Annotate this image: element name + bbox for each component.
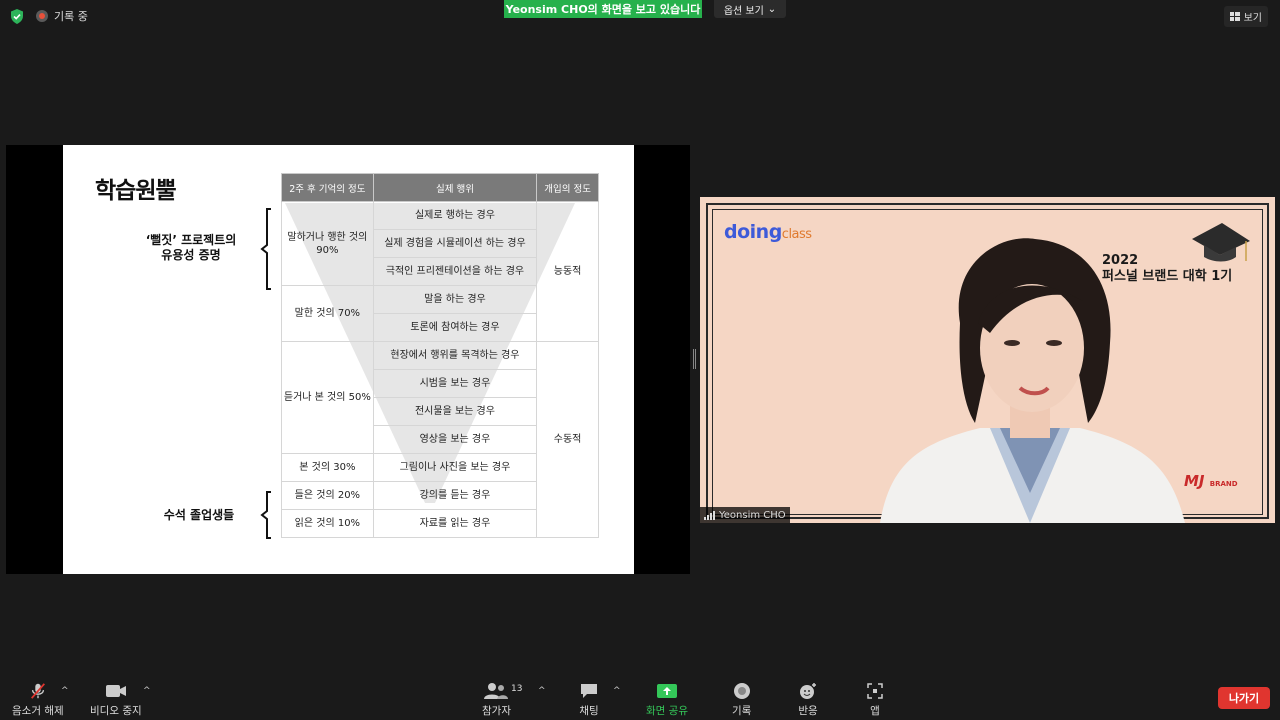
retention-cell: 말하거나 행한 것의 90% (281, 201, 374, 286)
action-cell: 토론에 참여하는 경우 (372, 313, 538, 342)
reaction-emoji-icon (800, 683, 816, 699)
doingclass-logo: doingclass (724, 221, 812, 243)
video-camera-icon (105, 685, 126, 697)
shared-screen: 학습원뿔 ‘뻘짓’ 프로젝트의 유용성 증명 수석 졸업생들 2주 후 기억의 … (6, 145, 690, 574)
presentation-slide: 학습원뿔 ‘뻘짓’ 프로젝트의 유용성 증명 수석 졸업생들 2주 후 기억의 … (63, 145, 634, 574)
recording-label: 기록 중 (54, 10, 88, 23)
stop-video-label: 비디오 중지 (90, 705, 142, 717)
view-button[interactable]: 보기 (1223, 6, 1268, 27)
participants-button[interactable]: 참가자 (482, 682, 511, 718)
share-screen-button[interactable]: 화면 공유 (646, 682, 688, 718)
retention-cell: 본 것의 30% (281, 453, 374, 482)
action-cell: 현장에서 행위를 목격하는 경우 (372, 341, 538, 370)
view-options-label: 옵션 보기 (723, 5, 764, 17)
apps-button[interactable]: 앱 (866, 682, 884, 718)
leave-meeting-button[interactable]: 나가기 (1218, 687, 1270, 709)
chat-caret-icon[interactable]: ^ (613, 686, 621, 696)
record-dot-icon (36, 10, 48, 22)
brand-small: BRAND (1209, 480, 1238, 488)
signal-strength-icon (704, 510, 715, 520)
top-bar: 기록 중 Yeonsim CHO의 화면을 보고 있습니다 옵션 보기 ⌄ 보기 (0, 0, 1280, 32)
apps-label: 앱 (870, 705, 880, 717)
sharing-banner: Yeonsim CHO의 화면을 보고 있습니다 (504, 0, 702, 18)
logo-main: doing (724, 221, 782, 243)
action-cell: 극적인 프리젠테이션을 하는 경우 (372, 257, 538, 286)
unmute-label: 음소거 해제 (12, 705, 64, 717)
participants-icon (484, 683, 509, 699)
logo-sub: class (781, 227, 812, 242)
split-drag-handle[interactable] (693, 349, 696, 369)
chevron-down-icon: ⌄ (767, 3, 777, 15)
left-brace-bottom (260, 491, 271, 539)
recording-indicator[interactable]: 기록 중 (36, 8, 88, 24)
table-header: 2주 후 기억의 정도 (281, 173, 374, 202)
table-header: 실제 행위 (372, 173, 538, 202)
muted-mic-icon (30, 683, 45, 699)
participants-label: 참가자 (482, 705, 511, 717)
record-icon (733, 683, 750, 699)
brand-mark: MJ (1184, 472, 1205, 490)
action-cell: 시범을 보는 경우 (372, 369, 538, 398)
view-button-label: 보기 (1243, 13, 1262, 24)
slide-annotation-project: ‘뻘짓’ 프로젝트의 유용성 증명 (145, 233, 237, 262)
participant-name-tag: Yeonsim CHO (700, 507, 790, 523)
reactions-button[interactable]: 반응 (798, 682, 818, 718)
involvement-cell: 수동적 (536, 341, 599, 538)
participants-caret-icon[interactable]: ^ (538, 686, 546, 696)
brand-logo: MJ BRAND (1184, 472, 1238, 490)
security-shield-icon[interactable] (10, 9, 24, 24)
retention-cell: 말한 것의 70% (281, 285, 374, 342)
retention-cell: 읽은 것의 10% (281, 509, 374, 538)
learning-cone-table: 2주 후 기억의 정도 실제 행위 개입의 정도 말하거나 행한 것의 90% … (281, 173, 599, 538)
audio-options-caret-icon[interactable]: ^ (61, 686, 69, 696)
action-cell: 실제로 행하는 경우 (372, 201, 538, 230)
left-brace-top (260, 208, 271, 290)
presenter-figure (880, 238, 1185, 523)
participants-count: 13 (511, 684, 523, 694)
chat-label: 채팅 (579, 705, 599, 717)
action-cell: 실제 경험을 시뮬레이션 하는 경우 (372, 229, 538, 258)
chat-button[interactable]: 채팅 (579, 682, 599, 718)
chat-bubble-icon (581, 684, 597, 698)
apps-icon (867, 683, 883, 699)
action-cell: 그림이나 사진을 보는 경우 (372, 453, 538, 482)
table-header: 개입의 정도 (536, 173, 599, 202)
slide-annotation-graduates: 수석 졸업생들 (163, 508, 235, 522)
involvement-cell: 능동적 (536, 201, 599, 342)
action-cell: 자료를 읽는 경우 (372, 509, 538, 538)
action-cell: 강의를 듣는 경우 (372, 481, 538, 510)
slide-title: 학습원뿔 (95, 178, 177, 204)
record-button[interactable]: 기록 (732, 682, 751, 718)
participant-video-tile[interactable]: doingclass 2022 퍼스널 브랜드 대학 1기 MJ BRAND Y… (700, 197, 1275, 523)
record-label: 기록 (732, 705, 752, 717)
participant-name: Yeonsim CHO (719, 509, 786, 521)
video-options-caret-icon[interactable]: ^ (143, 686, 151, 696)
retention-cell: 듣거나 본 것의 50% (281, 341, 374, 454)
reactions-label: 반응 (798, 705, 818, 717)
share-screen-label: 화면 공유 (646, 705, 688, 717)
retention-cell: 들은 것의 20% (281, 481, 374, 510)
grid-view-icon (1229, 12, 1240, 21)
share-screen-icon (656, 684, 677, 698)
action-cell: 영상을 보는 경우 (372, 425, 538, 454)
view-options-dropdown[interactable]: 옵션 보기 ⌄ (714, 0, 786, 18)
meeting-toolbar: 음소거 해제 ^ 비디오 중지 ^ 참가자 13 ^ 채팅 ^ 화면 공유 기록… (0, 674, 1280, 720)
action-cell: 말을 하는 경우 (372, 285, 538, 314)
unmute-button[interactable]: 음소거 해제 (12, 682, 64, 718)
stop-video-button[interactable]: 비디오 중지 (90, 682, 142, 718)
action-cell: 전시물을 보는 경우 (372, 397, 538, 426)
